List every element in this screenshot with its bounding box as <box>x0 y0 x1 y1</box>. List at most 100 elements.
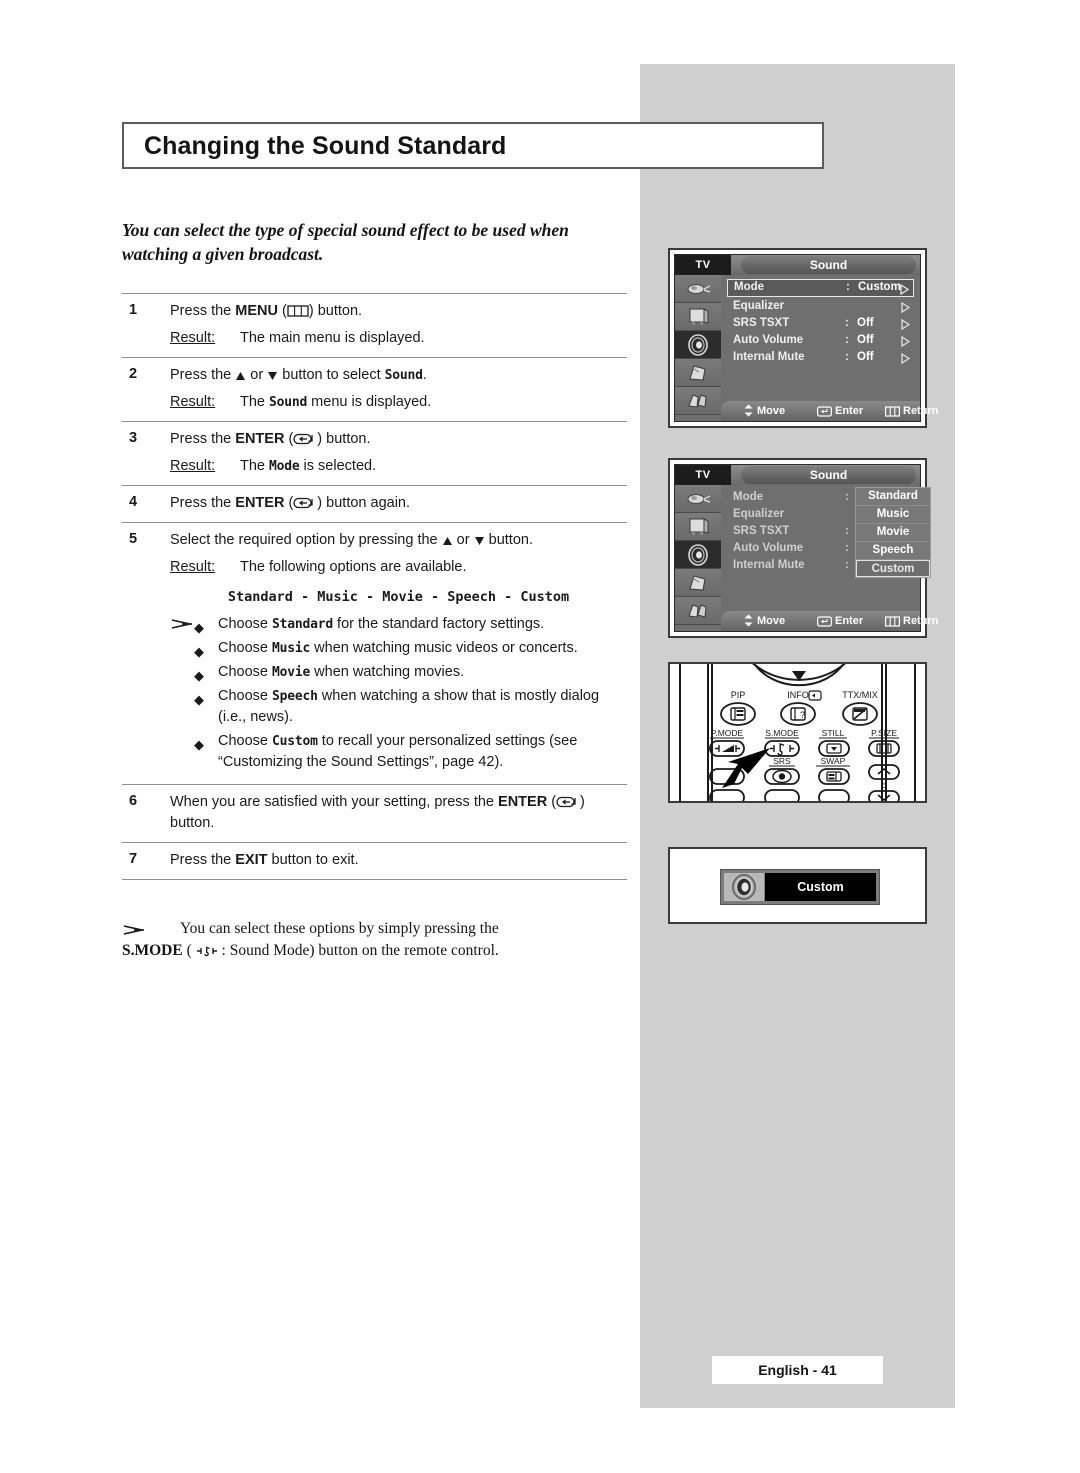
step-keyword: ENTER <box>498 794 548 810</box>
hint-move: Move <box>743 611 785 631</box>
osd-icon-sidebar <box>675 485 721 625</box>
note-paren: ( <box>182 942 196 959</box>
svg-text:?: ? <box>800 710 805 720</box>
step-tail: . <box>422 367 427 383</box>
svg-text:SRS: SRS <box>773 756 791 766</box>
bullet-keyword: Custom <box>272 734 318 749</box>
osd-row-srs-tsxt[interactable]: SRS TSXT : Off <box>727 315 914 331</box>
osd-row-value: Custom <box>858 281 901 293</box>
bullet-keyword: Speech <box>272 689 318 704</box>
osd-row-label: Auto Volume <box>733 334 804 346</box>
svg-text:INFO: INFO <box>787 690 809 700</box>
sound-mode-dropdown[interactable]: Standard Music Movie Speech Custom <box>855 487 931 578</box>
svg-text:SWAP: SWAP <box>821 756 846 766</box>
diamond-icon: ◆ <box>194 737 204 752</box>
result-row: Result: The main menu is displayed. <box>170 328 627 349</box>
result-row: Result: The Sound menu is displayed. <box>170 392 627 413</box>
bullet-pre: Choose <box>218 616 273 632</box>
hint-return-label: Return <box>903 615 939 627</box>
bullet-item: ◆ Choose Speech when watching a show tha… <box>170 686 627 728</box>
result-post: is selected. <box>299 458 377 474</box>
step-text: Press the or button to select Sound. Res… <box>170 365 627 413</box>
diamond-icon: ◆ <box>194 692 204 707</box>
banner-label: Custom <box>765 873 876 901</box>
step-text-pre: Press the <box>170 852 236 868</box>
osd-screen: TV Sound Mode : Custom Equalizer SRS TSX… <box>674 254 938 422</box>
result-mono: Sound <box>269 395 308 410</box>
osd-row-colon: : <box>845 351 849 363</box>
osd-tab-sound[interactable]: Sound <box>741 466 916 484</box>
osd-row-colon: : <box>845 317 849 329</box>
options-summary: Standard - Music - Movie - Speech - Cust… <box>170 587 627 608</box>
sound-icon[interactable] <box>675 331 721 359</box>
bullet-pre: Choose <box>218 688 273 704</box>
intro-text: You can select the type of special sound… <box>122 220 569 264</box>
step-text-post: button again. <box>322 495 411 511</box>
picture-icon[interactable] <box>675 513 721 541</box>
up-arrow-icon <box>235 371 246 381</box>
input-icon[interactable] <box>675 485 721 513</box>
input-icon[interactable] <box>675 275 721 303</box>
dropdown-option-movie[interactable]: Movie <box>856 524 930 542</box>
dropdown-option-speech[interactable]: Speech <box>856 542 930 560</box>
step-number: 1 <box>128 302 138 318</box>
down-arrow-icon <box>267 371 278 381</box>
result-label: Result: <box>170 458 216 474</box>
osd-row-label: Mode <box>734 281 765 293</box>
dropdown-option-custom[interactable]: Custom <box>856 560 930 577</box>
setup-icon[interactable] <box>675 359 721 387</box>
result-pre: The <box>240 394 270 410</box>
picture-icon[interactable] <box>675 303 721 331</box>
bullet-pre: Choose <box>218 640 273 656</box>
hint-move-label: Move <box>757 405 786 417</box>
result-value: The Mode is selected. <box>240 458 376 474</box>
sound-icon <box>724 873 764 901</box>
step-keyword: ENTER <box>235 431 285 447</box>
step-number: 6 <box>128 793 138 809</box>
step-keyword: MENU <box>235 303 278 319</box>
step-text-pre: Press the <box>170 495 236 511</box>
step-number: 5 <box>128 531 138 547</box>
special-icon[interactable] <box>675 597 721 625</box>
osd-row-colon: : <box>845 559 849 571</box>
up-arrow-icon <box>442 536 453 546</box>
sound-icon[interactable] <box>675 541 721 569</box>
osd-row-colon: : <box>846 281 850 293</box>
osd-row-colon: : <box>845 334 849 346</box>
osd-row-auto-volume[interactable]: Auto Volume : Off <box>727 332 914 348</box>
note-rest: : Sound Mode) button on the remote contr… <box>217 942 499 959</box>
bullet-item: ◆ Choose Music when watching music video… <box>170 638 627 659</box>
dropdown-option-music[interactable]: Music <box>856 506 930 524</box>
step-keyword: ENTER <box>235 495 285 511</box>
setup-icon[interactable] <box>675 569 721 597</box>
dropdown-option-standard[interactable]: Standard <box>856 488 930 506</box>
page-footer: English - 41 <box>712 1356 883 1384</box>
step-text: Press the MENU () button. Result: The ma… <box>170 301 627 349</box>
options-summary-text: Standard - Music - Movie - Speech - Cust… <box>227 589 570 605</box>
step-5: 5 Select the required option by pressing… <box>122 523 627 784</box>
step-text-post: button. <box>170 815 215 831</box>
smode-icon <box>196 945 218 957</box>
bullet-keyword: Movie <box>272 665 311 680</box>
step-4: 4 Press the ENTER () button again. <box>122 486 627 522</box>
onscreen-mode-banner: Custom <box>720 869 880 905</box>
steps-table: 1 Press the MENU () button. Result: The … <box>122 293 627 880</box>
result-value: The Sound menu is displayed. <box>240 394 431 410</box>
special-icon[interactable] <box>675 387 721 415</box>
osd-tab-sound[interactable]: Sound <box>741 256 916 274</box>
remote-control-illustration: PIP INFO TTX/MIX ? P.MODE S.MODE STILL P… <box>668 643 927 806</box>
osd-row-mode[interactable]: Mode : Custom <box>727 279 914 297</box>
menu-icon-wrap: () <box>277 303 314 319</box>
enter-icon <box>293 433 317 445</box>
osd-row-label: SRS TSXT <box>733 525 790 537</box>
menu-icon <box>287 305 309 317</box>
osd-menu-list: Mode : Custom Equalizer SRS TSXT : Off A… <box>727 279 914 366</box>
osd-row-equalizer[interactable]: Equalizer <box>727 298 914 314</box>
bullet-post: when watching movies. <box>310 664 465 680</box>
step-text: When you are satisfied with your setting… <box>170 792 627 834</box>
osd-titlebar: TV Sound <box>675 465 920 485</box>
osd-tv-label: TV <box>675 465 731 485</box>
osd-row-label: Internal Mute <box>733 559 805 571</box>
osd-row-internal-mute[interactable]: Internal Mute : Off <box>727 349 914 365</box>
result-mono: Mode <box>269 459 300 474</box>
